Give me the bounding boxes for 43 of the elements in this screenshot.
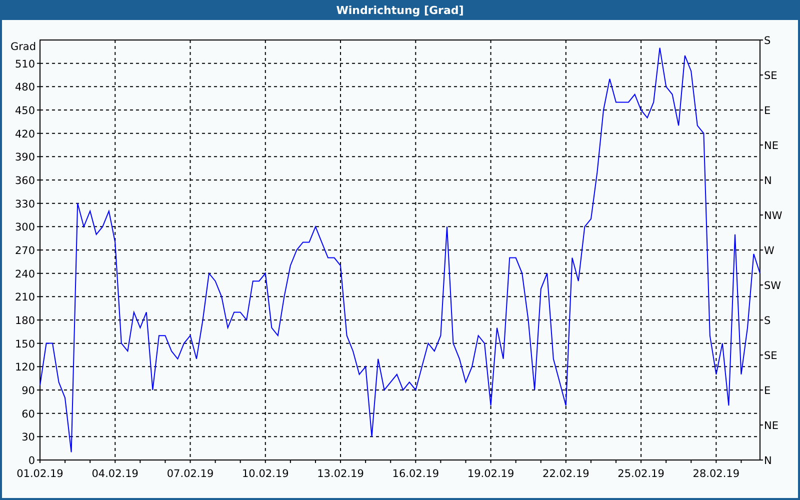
y-tick-label: 330 xyxy=(14,198,35,210)
x-tick-label: 19.02.19 xyxy=(467,468,514,480)
y-tick-label: 60 xyxy=(22,408,35,420)
y-tick-label: 210 xyxy=(14,292,35,304)
y-tick-label: 510 xyxy=(14,58,35,70)
compass-label: NW xyxy=(764,210,782,222)
x-tick-label: 01.02.19 xyxy=(16,468,64,480)
compass-label: NE xyxy=(764,140,778,152)
x-tick-label: 22.02.19 xyxy=(542,468,590,480)
y-tick-label: 480 xyxy=(14,82,35,94)
compass-label: SE xyxy=(764,350,778,362)
x-tick-label: 13.02.19 xyxy=(317,468,364,480)
y-tick-label: 300 xyxy=(14,222,35,234)
window-title: Windrichtung [Grad] xyxy=(336,4,464,16)
x-tick-label: 07.02.19 xyxy=(166,468,214,480)
x-tick-label: 16.02.19 xyxy=(392,468,440,480)
x-tick-label: 28.02.19 xyxy=(692,468,740,480)
compass-label: E xyxy=(764,105,771,117)
compass-label: S xyxy=(764,315,771,327)
y-tick-label: 270 xyxy=(14,245,35,257)
compass-label: SW xyxy=(764,280,782,292)
compass-label: N xyxy=(764,455,772,467)
compass-label: S xyxy=(764,35,771,47)
y-tick-label: 450 xyxy=(14,105,35,117)
y-tick-label: 0 xyxy=(28,455,35,467)
y-tick-label: 180 xyxy=(14,315,35,327)
x-tick-label: 25.02.19 xyxy=(618,468,664,480)
compass-label: W xyxy=(764,245,774,257)
y-tick-label: 30 xyxy=(22,432,35,444)
compass-label: SE xyxy=(764,70,778,82)
y-tick-label: 240 xyxy=(14,268,35,280)
y-tick-label: 390 xyxy=(14,152,35,164)
y-tick-label: 120 xyxy=(14,362,35,374)
compass-label: N xyxy=(764,175,772,187)
x-tick-label: 04.02.19 xyxy=(92,468,139,480)
compass-label: NE xyxy=(764,420,778,432)
x-tick-label: 10.02.19 xyxy=(242,468,289,480)
y-tick-label: 150 xyxy=(14,338,35,350)
y-axis-label: Grad xyxy=(10,41,36,53)
y-tick-label: 90 xyxy=(22,385,35,397)
y-tick-label: 360 xyxy=(14,175,35,187)
compass-label: E xyxy=(764,385,771,397)
y-tick-label: 420 xyxy=(14,128,35,140)
